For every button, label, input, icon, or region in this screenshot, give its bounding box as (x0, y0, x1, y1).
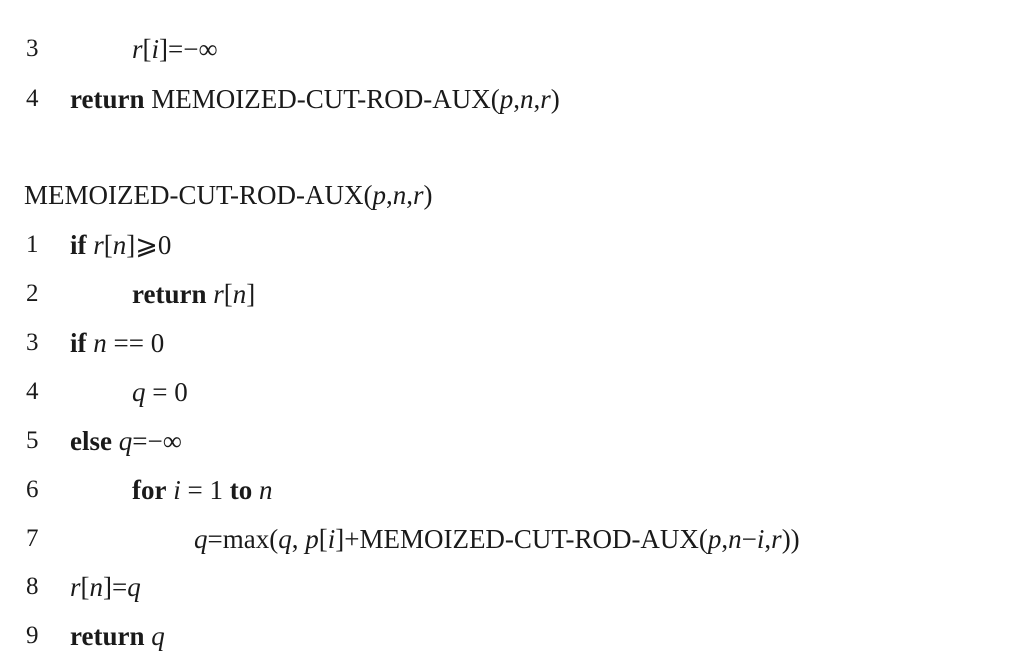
code-fragment: ]+MEMOIZED-CUT-ROD-AUX( (335, 524, 708, 554)
variable: r (540, 84, 551, 114)
code-fragment: [ (318, 524, 328, 554)
variable: i (151, 34, 160, 64)
variable: p (372, 180, 386, 210)
line-number: 7 (26, 525, 39, 552)
code-text: r[i]=−∞ (132, 32, 218, 66)
code-text: if r[n]⩾0 (70, 228, 171, 262)
code-fragment: MEMOIZED-CUT-ROD-AUX( (24, 180, 373, 210)
code-fragment: ) (423, 180, 433, 210)
line-number: 9 (26, 622, 39, 649)
variable: q (132, 377, 146, 407)
variable: q (151, 621, 165, 651)
pseudocode-page: 3 r[i]=−∞ 4 return MEMOIZED-CUT-ROD-AUX(… (0, 0, 1010, 670)
variable: n (93, 328, 107, 358)
keyword: if (70, 230, 87, 260)
code-fragment: , (513, 84, 520, 114)
variable: p (305, 524, 319, 554)
line-number: 5 (26, 427, 39, 454)
code-text: else q=−∞ (70, 424, 182, 458)
code-fragment: , (406, 180, 413, 210)
code-text: for i = 1 to n (132, 473, 272, 507)
keyword: return (132, 279, 207, 309)
keyword: for (132, 475, 167, 505)
keyword: to (229, 475, 253, 505)
code-text: return MEMOIZED-CUT-ROD-AUX(p,n,r) (70, 82, 560, 116)
code-fragment (112, 426, 119, 456)
variable: n (519, 84, 534, 114)
code-fragment (252, 475, 259, 505)
variable: r (93, 230, 104, 260)
keyword: return (70, 621, 145, 651)
line-number: 8 (26, 573, 39, 600)
code-fragment: , (291, 524, 306, 554)
code-fragment: [ (223, 279, 233, 309)
line-number: 4 (26, 85, 39, 112)
line-number: 1 (26, 231, 39, 258)
code-fragment: ]=−∞ (159, 34, 218, 64)
code-fragment: ) (550, 84, 560, 114)
code-fragment: = 0 (145, 377, 188, 407)
code-fragment: − (741, 524, 757, 554)
code-fragment: =−∞ (132, 426, 182, 456)
line-number: 6 (26, 476, 39, 503)
code-text: return q (70, 619, 165, 653)
code-fragment: ] (246, 279, 256, 309)
code-fragment: =max( (207, 524, 279, 554)
line-number: 3 (26, 329, 39, 356)
code-fragment: , (385, 180, 393, 210)
keyword: else (70, 426, 112, 456)
variable: n (392, 180, 407, 210)
code-fragment: )) (781, 524, 800, 554)
code-fragment: ]= (103, 572, 128, 602)
variable: q (278, 524, 292, 554)
variable: p (499, 84, 514, 114)
code-fragment: = 1 (180, 475, 230, 505)
line-number: 2 (26, 280, 39, 307)
variable: p (707, 524, 722, 554)
procedure-header: MEMOIZED-CUT-ROD-AUX(p,n,r) (24, 178, 432, 212)
variable: r (132, 34, 143, 64)
variable: i (173, 475, 181, 505)
variable: n (112, 230, 127, 260)
variable: n (232, 279, 247, 309)
code-fragment: ]⩾0 (126, 230, 172, 260)
variable: n (89, 572, 104, 602)
variable: q (127, 572, 141, 602)
variable: n (728, 524, 742, 554)
code-fragment: == 0 (106, 328, 165, 358)
code-text: q=max(q, p[i]+MEMOIZED-CUT-ROD-AUX(p,n−i… (194, 522, 800, 556)
code-fragment: [ (80, 572, 90, 602)
variable: r (213, 279, 224, 309)
keyword: if (70, 328, 87, 358)
code-text: if n == 0 (70, 326, 164, 360)
variable: r (412, 180, 424, 210)
variable: q (118, 426, 133, 456)
line-number: 3 (26, 35, 39, 62)
variable: q (194, 524, 208, 554)
variable: r (70, 572, 81, 602)
variable: n (258, 475, 273, 505)
code-text: q = 0 (132, 375, 188, 409)
variable: r (771, 524, 782, 554)
code-fragment: MEMOIZED-CUT-ROD-AUX( (144, 84, 500, 114)
code-text: return r[n] (132, 277, 255, 311)
code-text: r[n]=q (70, 570, 141, 604)
code-fragment: [ (103, 230, 113, 260)
line-number: 4 (26, 378, 39, 405)
keyword: return (70, 84, 145, 114)
code-fragment: [ (142, 34, 152, 64)
